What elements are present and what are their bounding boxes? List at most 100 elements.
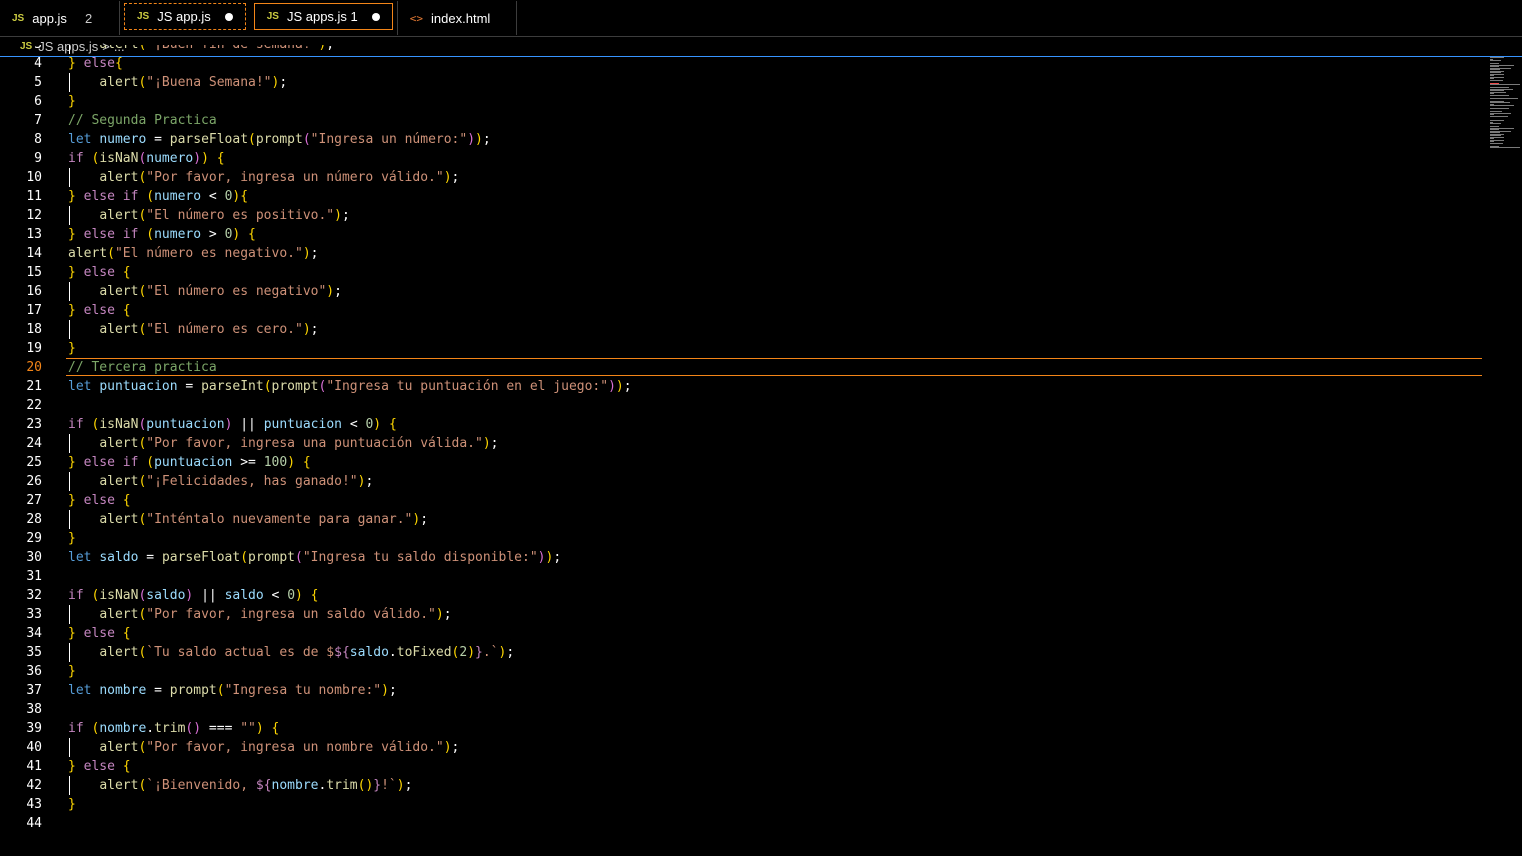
code-line[interactable]: 35 alert(`Tu saldo actual es de $${saldo… bbox=[0, 643, 1486, 662]
code-line[interactable]: 7 // Segunda Practica bbox=[0, 111, 1486, 130]
line-code: alert("El número es negativo."); bbox=[68, 246, 319, 261]
tab-label: index.html bbox=[431, 10, 491, 26]
code-line[interactable]: 29} bbox=[0, 529, 1486, 548]
code-line[interactable]: 44 bbox=[0, 814, 1486, 833]
code-line[interactable]: 33 alert("Por favor, ingresa un saldo vá… bbox=[0, 605, 1486, 624]
line-code: if (isNaN(puntuacion) || puntuacion < 0)… bbox=[68, 417, 397, 432]
line-number: 31 bbox=[26, 569, 42, 584]
line-number: 28 bbox=[26, 512, 42, 527]
line-number: 7 bbox=[34, 113, 42, 128]
tab-3[interactable]: <> index.html bbox=[396, 1, 517, 35]
code-line[interactable]: 22 bbox=[0, 396, 1486, 415]
code-line[interactable]: 24 alert("Por favor, ingresa una puntuac… bbox=[0, 434, 1486, 453]
code-line[interactable]: 34} else { bbox=[0, 624, 1486, 643]
code-line[interactable]: 3 alert("¡Buen fin de semana!"); bbox=[0, 45, 1486, 54]
line-number: 40 bbox=[26, 740, 42, 755]
line-code: alert("¡Felicidades, has ganado!"); bbox=[99, 474, 374, 489]
line-number: 18 bbox=[26, 322, 42, 337]
line-number: 26 bbox=[26, 474, 42, 489]
line-number: 41 bbox=[26, 759, 42, 774]
line-number: 21 bbox=[26, 379, 42, 394]
line-number: 22 bbox=[26, 398, 42, 413]
code-line[interactable]: 36} bbox=[0, 662, 1486, 681]
line-number: 19 bbox=[26, 341, 42, 356]
line-code: alert("Por favor, ingresa un número váli… bbox=[99, 170, 460, 185]
code-line[interactable]: 14 alert("El número es negativo."); bbox=[0, 244, 1486, 263]
code-line[interactable]: 16 alert("El número es negativo"); bbox=[0, 282, 1486, 301]
code-line[interactable]: 41} else { bbox=[0, 757, 1486, 776]
code-line[interactable]: 42 alert(`¡Bienvenido, ${nombre.trim()}!… bbox=[0, 776, 1486, 795]
code-line[interactable]: 6} bbox=[0, 92, 1486, 111]
line-number: 33 bbox=[26, 607, 42, 622]
line-number: 5 bbox=[34, 75, 42, 90]
code-line[interactable]: 23 if (isNaN(puntuacion) || puntuacion < … bbox=[0, 415, 1486, 434]
line-code: } else if (numero > 0) { bbox=[68, 227, 256, 242]
minimap-line bbox=[1490, 115, 1508, 117]
code-line[interactable]: 21 let puntuacion = parseInt(prompt("Ingr… bbox=[0, 377, 1486, 396]
code-line[interactable]: 9 if (isNaN(numero)) { bbox=[0, 149, 1486, 168]
line-number: 8 bbox=[34, 132, 42, 147]
js-file-icon: JS bbox=[12, 12, 25, 24]
line-code: alert("Inténtalo nuevamente para ganar."… bbox=[99, 512, 429, 527]
line-code: alert(`Tu saldo actual es de $${saldo.to… bbox=[99, 645, 515, 660]
code-line[interactable]: 26 alert("¡Felicidades, has ganado!"); bbox=[0, 472, 1486, 491]
unsaved-dot-icon[interactable] bbox=[371, 12, 380, 21]
unsaved-dot-icon[interactable] bbox=[224, 12, 233, 21]
code-line[interactable]: 25} else if (puntuacion >= 100) { bbox=[0, 453, 1486, 472]
indent-guide bbox=[69, 282, 70, 301]
indent-guide bbox=[69, 45, 70, 54]
tab-2[interactable]: JS JS apps.js 1 bbox=[253, 3, 393, 30]
code-line[interactable]: 30 let saldo = parseFloat(prompt("Ingresa… bbox=[0, 548, 1486, 567]
code-line[interactable]: 31 bbox=[0, 567, 1486, 586]
code-line[interactable]: 32 if (isNaN(saldo) || saldo < 0) { bbox=[0, 586, 1486, 605]
line-code: } else { bbox=[68, 265, 131, 280]
code-line[interactable]: 11} else if (numero < 0){ bbox=[0, 187, 1486, 206]
line-number: 10 bbox=[26, 170, 42, 185]
code-line[interactable]: 28 alert("Inténtalo nuevamente para gana… bbox=[0, 510, 1486, 529]
code-line[interactable]: 5 alert("¡Buena Semana!"); bbox=[0, 73, 1486, 92]
indent-guide bbox=[69, 643, 70, 662]
minimap-line bbox=[1490, 84, 1520, 85]
line-number: 44 bbox=[26, 816, 42, 831]
line-code: } else { bbox=[68, 303, 131, 318]
indent-guide bbox=[69, 738, 70, 757]
line-number: 4 bbox=[34, 56, 42, 71]
code-line[interactable]: 15} else { bbox=[0, 263, 1486, 282]
code-line[interactable]: 37 let nombre = prompt("Ingresa tu nombre… bbox=[0, 681, 1486, 700]
code-editor[interactable]: 3 alert("¡Buen fin de semana!"); 4 } else{… bbox=[0, 45, 1486, 856]
indent-guide bbox=[69, 472, 70, 491]
code-line[interactable]: 4 } else{ bbox=[0, 54, 1486, 73]
code-line[interactable]: 8 let numero = parseFloat(prompt("Ingresa… bbox=[0, 130, 1486, 149]
code-line[interactable]: 10 alert("Por favor, ingresa un número v… bbox=[0, 168, 1486, 187]
minimap-line bbox=[1490, 142, 1503, 144]
line-number: 24 bbox=[26, 436, 42, 451]
tab-0[interactable]: JS app.js 2 bbox=[0, 1, 120, 35]
code-line[interactable]: 43} bbox=[0, 795, 1486, 814]
code-line[interactable]: 39 if (nombre.trim() === "") { bbox=[0, 719, 1486, 738]
code-line[interactable]: 27} else { bbox=[0, 491, 1486, 510]
code-line[interactable]: 12 alert("El número es positivo."); bbox=[0, 206, 1486, 225]
minimap[interactable] bbox=[1488, 57, 1522, 148]
indent-guide bbox=[69, 510, 70, 529]
minimap-line bbox=[1490, 123, 1501, 124]
code-line[interactable]: 18 alert("El número es cero."); bbox=[0, 320, 1486, 339]
code-line[interactable]: 38 bbox=[0, 700, 1486, 719]
indent-guide bbox=[69, 605, 70, 624]
code-line[interactable]: 13} else if (numero > 0) { bbox=[0, 225, 1486, 244]
line-number: 38 bbox=[26, 702, 42, 717]
line-code: } else{ bbox=[68, 56, 123, 71]
code-line[interactable]: 17} else { bbox=[0, 301, 1486, 320]
code-line[interactable]: 20 // Tercera practica bbox=[0, 358, 1486, 377]
line-number: 25 bbox=[26, 455, 42, 470]
tab-1[interactable]: JS JS app.js bbox=[124, 3, 246, 30]
line-number: 42 bbox=[26, 778, 42, 793]
line-code: } bbox=[68, 94, 76, 109]
code-line[interactable]: 40 alert("Por favor, ingresa un nombre v… bbox=[0, 738, 1486, 757]
problems-count-badge: 2 bbox=[84, 10, 93, 26]
line-code: alert("Por favor, ingresa un nombre váli… bbox=[99, 740, 460, 755]
line-code: let saldo = parseFloat(prompt("Ingresa t… bbox=[68, 550, 562, 565]
line-number: 16 bbox=[26, 284, 42, 299]
code-line[interactable]: 19} bbox=[0, 339, 1486, 358]
line-code: } bbox=[68, 531, 76, 546]
line-number: 20 bbox=[26, 360, 42, 375]
